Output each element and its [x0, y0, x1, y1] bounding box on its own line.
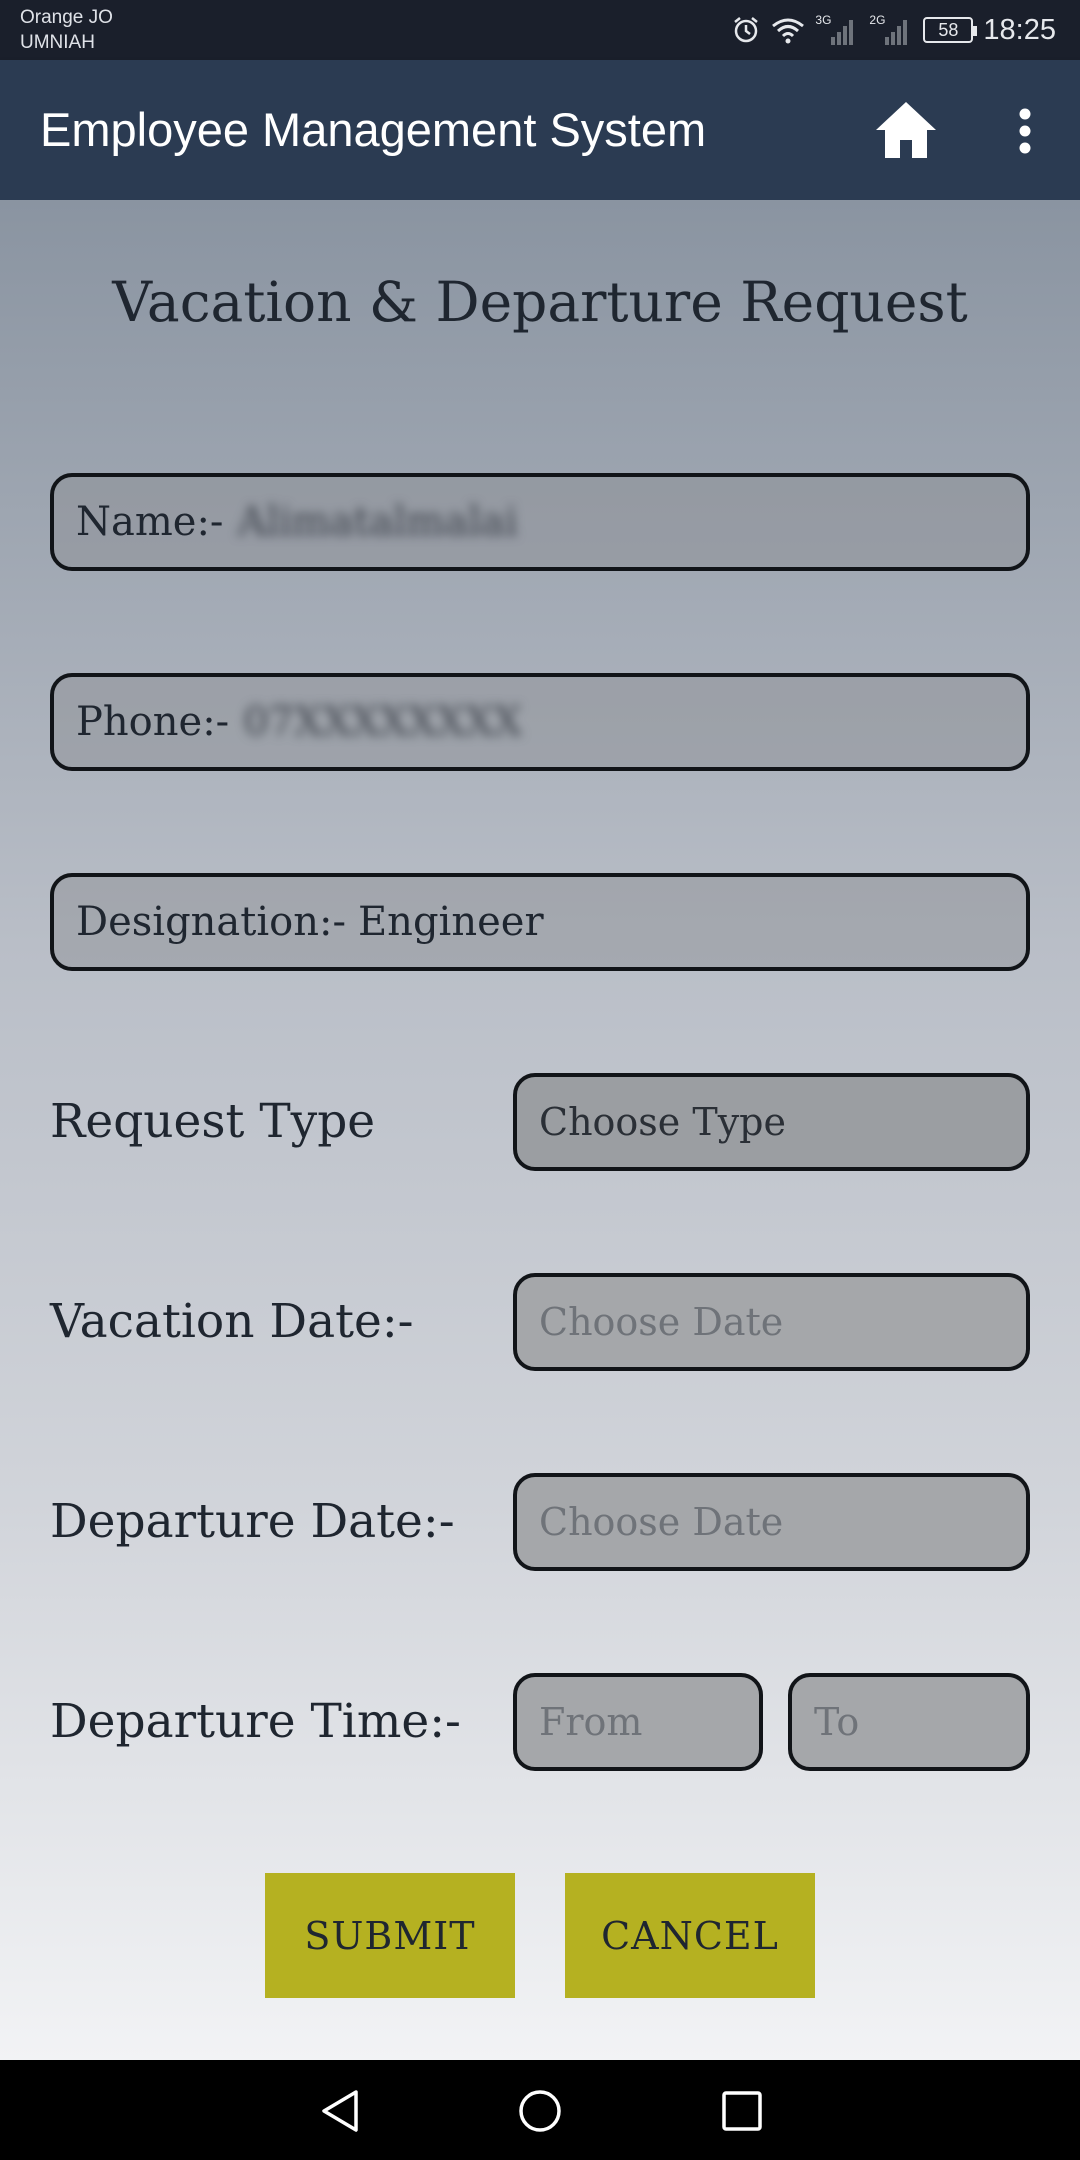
battery-icon: 58 [923, 17, 978, 43]
status-icons: 3G 2G 58 18:25 [731, 0, 1056, 60]
signal-3g-icon: 3G [815, 13, 859, 47]
app-bar: Employee Management System [0, 60, 1080, 200]
designation-label: Designation:- [76, 899, 346, 945]
clock: 18:25 [983, 13, 1056, 46]
carrier-name: Orange JO [20, 7, 113, 28]
carrier-name-secondary: UMNIAH [20, 32, 95, 53]
phone-value: 07XXXXXXXX [243, 699, 522, 745]
time-to-placeholder: To [814, 1700, 860, 1744]
time-from-input[interactable]: From [513, 1673, 763, 1771]
cancel-button[interactable]: CANCEL [565, 1873, 815, 1998]
request-type-value: Choose Type [539, 1100, 786, 1144]
departure-time-label: Departure Time:- [50, 1694, 461, 1749]
back-icon[interactable] [318, 2088, 362, 2134]
carrier-info: Orange JO UMNIAH [20, 5, 113, 55]
navigation-bar [0, 2060, 1080, 2160]
name-value: Alimatalmalai [237, 499, 518, 545]
designation-field: Designation:- Engineer [50, 873, 1030, 971]
alarm-icon [734, 17, 759, 43]
time-to-input[interactable]: To [788, 1673, 1030, 1771]
request-form: Vacation & Departure Request Name:- Alim… [0, 200, 1080, 2060]
signal-2g-icon: 2G [869, 13, 913, 47]
wifi-icon [772, 18, 805, 44]
submit-button[interactable]: SUBMIT [265, 1873, 515, 1998]
phone-label: Phone:- [76, 699, 230, 745]
departure-date-placeholder: Choose Date [539, 1500, 784, 1544]
departure-date-label: Departure Date:- [50, 1494, 455, 1549]
time-from-placeholder: From [539, 1700, 643, 1744]
departure-date-input[interactable]: Choose Date [513, 1473, 1030, 1571]
request-type-label: Request Type [50, 1094, 376, 1149]
home-icon[interactable] [874, 100, 938, 160]
overflow-menu-icon[interactable] [1010, 108, 1040, 154]
vacation-date-placeholder: Choose Date [539, 1300, 784, 1344]
vacation-date-label: Vacation Date:- [50, 1294, 414, 1349]
request-type-select[interactable]: Choose Type [513, 1073, 1030, 1171]
name-label: Name:- [76, 499, 224, 545]
name-field: Name:- Alimatalmalai [50, 473, 1030, 571]
phone-field: Phone:- 07XXXXXXXX [50, 673, 1030, 771]
battery-level: 58 [938, 19, 959, 40]
designation-value: Engineer [357, 899, 544, 945]
app-title: Employee Management System [40, 103, 707, 156]
status-bar: Orange JO UMNIAH 3G 2G 58 18:25 [0, 0, 1080, 60]
recents-icon[interactable] [720, 2088, 764, 2134]
vacation-date-input[interactable]: Choose Date [513, 1273, 1030, 1371]
home-circle-icon[interactable] [518, 2088, 562, 2134]
page-title: Vacation & Departure Request [112, 270, 968, 334]
